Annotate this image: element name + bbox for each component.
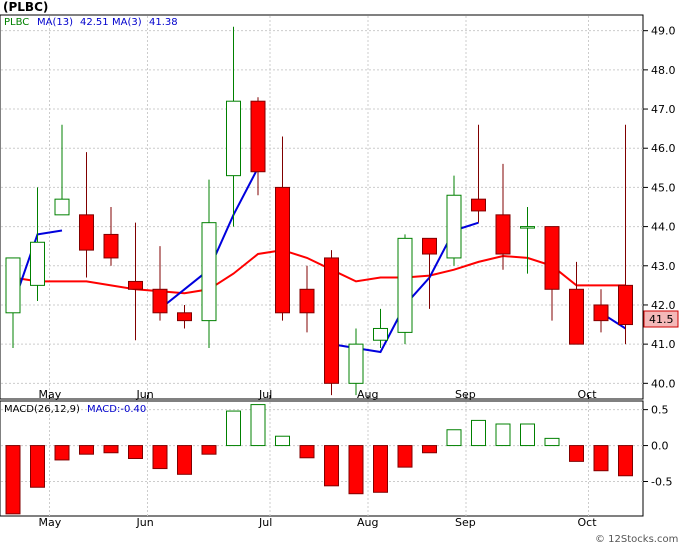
macd-bar-positive [471,419,486,447]
legend-ma13-label: MA(13) [37,17,73,28]
macd-y-axis: 0.5 0.0 -0.5 [643,404,672,489]
candle-body [618,284,633,326]
price-tick-label: 49.0 [651,25,676,38]
price-tick-label: 48.0 [651,64,676,77]
price-tick-label: 45.0 [651,181,676,194]
macd-bar-negative [348,445,364,495]
macd-tick-label: 0.0 [651,440,669,453]
macd-bar-positive [275,435,290,447]
macd-bar-negative [618,445,633,477]
candle-down [324,250,339,396]
candle-body [128,280,143,290]
macd-bar-negative [324,445,339,487]
price-x-tick-label: Jun [136,388,154,401]
macd-tick-label: 0.5 [651,404,669,417]
last-price-label: 41.5 [649,313,674,326]
macd-bar-negative [79,445,94,455]
macd-tick-label: -0.5 [651,476,672,489]
price-x-tick-label: Sep [455,388,476,401]
legend-ma3-value: 41.38 [149,17,178,28]
macd-bar-negative [299,445,315,459]
macd-bar-negative [177,445,192,475]
macd-x-tick-label: Oct [578,516,598,529]
macd-legend-value: MACD:-0.40 [87,404,146,415]
macd-legend-params: MACD(26,12,9) [4,404,80,415]
candle-body [201,222,217,322]
macd-bar-positive [520,423,535,447]
macd-x-tick-label: Jun [136,516,154,529]
candle-body [495,214,511,255]
candle-body [250,100,266,173]
price-tick-label: 40.0 [651,377,676,390]
candle-body [422,237,437,255]
candle-body [373,327,388,341]
macd-bar-negative [201,445,217,455]
candle-body [226,100,241,177]
macd-bar-negative [397,445,413,468]
price-tick-label: 44.0 [651,221,676,234]
candle-body [324,257,339,384]
macd-x-tick-label: Aug [357,516,378,529]
candle-body [593,304,609,322]
candle-body [177,312,192,322]
legend-ma13-value: 42.51 [80,17,109,28]
price-panel [0,14,644,400]
candle-body [5,257,21,314]
macd-bar-positive [446,429,462,447]
macd-bar-positive [250,404,266,447]
macd-panel [0,400,644,517]
candle-body [30,241,45,286]
candle-body [299,288,315,314]
macd-bar-negative [593,445,609,472]
macd-bar-negative [54,445,70,461]
macd-bar-negative [128,445,143,459]
macd-bar-negative [30,445,45,488]
macd-x-axis: May Jun Jul Aug Sep Oct [39,516,598,529]
macd-bar-positive [495,423,511,447]
candle-body [569,288,584,345]
candle-body [446,194,462,259]
macd-bar-negative [5,445,21,515]
macd-bar-negative [152,445,168,470]
candle-body [544,226,560,290]
price-x-tick-label: Jul [258,388,272,401]
legend-symbol: PLBC [4,17,29,28]
macd-bar-negative [422,445,437,454]
price-x-tick-label: Oct [578,388,598,401]
price-y-axis: 40.0 41.0 42.0 43.0 44.0 45.0 46.0 47.0 48.0 49.0 [643,25,676,390]
macd-bar-negative [569,445,584,462]
candle-body [348,343,364,384]
candle-body [79,214,94,251]
price-tick-label: 46.0 [651,142,676,155]
ticker-title: (PLBC) [3,0,48,14]
macd-x-tick-label: Sep [455,516,476,529]
price-tick-label: 42.0 [651,299,676,312]
candle-body [471,198,486,212]
macd-bar-negative [103,445,119,454]
candle-body [520,226,535,229]
legend-ma3-label: MA(3) [112,17,142,28]
candle-body [152,288,168,314]
candle-body [397,237,413,333]
price-tick-label: 41.0 [651,338,676,351]
watermark: © 12Stocks.com [595,534,678,545]
price-x-tick-label: May [39,388,62,401]
macd-bar-positive [544,437,560,447]
macd-bar-negative [373,445,388,493]
price-tick-label: 43.0 [651,260,676,273]
stock-chart: 40.0 41.0 42.0 43.0 44.0 45.0 46.0 47.0 48.0 49.0… [0,0,679,545]
macd-x-tick-label: Jul [258,516,272,529]
macd-x-tick-label: May [39,516,62,529]
candle-body [275,186,290,314]
macd-bar-positive [226,410,241,447]
candle-up [397,234,413,345]
price-x-tick-label: Aug [357,388,378,401]
price-tick-label: 47.0 [651,103,676,116]
candle-body [54,198,70,216]
chart-stage: 40.0 41.0 42.0 43.0 44.0 45.0 46.0 47.0 48.0 49.0… [0,0,680,546]
candle-body [103,233,119,259]
